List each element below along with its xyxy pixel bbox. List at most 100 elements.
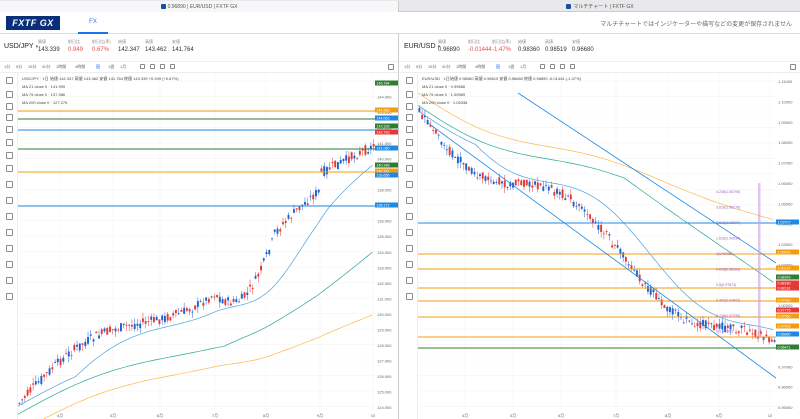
pair-selector[interactable]: USD/JPY ▾ <box>4 43 38 50</box>
pencil-icon[interactable] <box>6 293 13 300</box>
timeframe-button[interactable]: 1月 <box>520 64 526 70</box>
quote-label: 買値 <box>438 39 446 44</box>
eye-icon[interactable] <box>6 213 13 220</box>
candle-body <box>271 238 273 240</box>
quote-field: 高値 0.98519 <box>545 39 567 53</box>
indicator-icon[interactable] <box>550 64 555 69</box>
trendline-icon[interactable] <box>6 261 13 268</box>
nav-fx-tab[interactable]: FX <box>78 12 108 34</box>
zoom-icon[interactable] <box>6 165 13 172</box>
timeframe-toolbar: 1分 5分 15分 30分 1時間 4時間 日 1週 1月 <box>0 62 398 73</box>
candle-body <box>54 362 57 363</box>
y-tick-label: 136.000 <box>377 219 392 224</box>
screenshot-icon[interactable] <box>170 64 175 69</box>
trendline-icon[interactable] <box>6 91 13 98</box>
timeframe-button[interactable]: 15分 <box>28 64 36 70</box>
crosshair-icon[interactable] <box>6 245 13 252</box>
timeframe-button[interactable]: 1時間 <box>456 64 466 70</box>
lock-icon[interactable] <box>6 197 13 204</box>
crosshair-icon[interactable] <box>6 77 13 84</box>
settings-icon[interactable] <box>160 64 165 69</box>
candle-body <box>163 316 166 323</box>
browser-tab[interactable]: マルチチャート | FXTF GX <box>400 1 800 12</box>
timeframe-button[interactable]: 1週 <box>508 64 514 70</box>
fxtf-logo[interactable]: FXTF GX <box>6 16 60 30</box>
trendline-icon[interactable] <box>406 91 413 98</box>
timeframe-button[interactable]: 1時間 <box>56 64 66 70</box>
y-tick-label: 1.09000 <box>778 120 793 125</box>
magnet-icon[interactable] <box>6 181 13 188</box>
candle-body <box>131 324 133 327</box>
pair-selector[interactable]: EUR/USD ▾ <box>404 43 440 50</box>
quote-label: 高値 <box>145 39 153 44</box>
text-icon[interactable] <box>406 126 413 133</box>
candle-body <box>23 396 26 398</box>
quote-value: 0.98360 <box>518 47 540 53</box>
candle-body <box>339 160 342 164</box>
y-tick-label: 129.000 <box>377 327 392 332</box>
timeframe-button[interactable]: 30分 <box>42 64 50 70</box>
x-tick-label: 5月 <box>110 413 116 418</box>
ray-icon[interactable] <box>6 277 13 284</box>
screenshot-icon[interactable] <box>570 64 575 69</box>
pencil-icon[interactable] <box>6 114 13 121</box>
measure-icon[interactable] <box>6 152 13 159</box>
candle-body <box>205 297 208 301</box>
crosshair-icon[interactable] <box>406 245 413 252</box>
candle-body <box>350 152 353 160</box>
pencil-icon[interactable] <box>406 114 413 121</box>
expand-icon[interactable] <box>790 64 796 70</box>
fork-icon[interactable] <box>406 139 413 146</box>
timeframe-button[interactable]: 5分 <box>16 64 22 70</box>
candle-body <box>484 176 487 181</box>
y-tick-label: 125.000 <box>377 389 392 394</box>
timeframe-button[interactable]: 1月 <box>120 64 126 70</box>
timeframe-button[interactable]: 4時間 <box>75 64 85 70</box>
candle-style-icon[interactable] <box>540 64 545 69</box>
magnet-icon[interactable] <box>406 181 413 188</box>
timeframe-button[interactable]: 日 <box>96 64 100 70</box>
candle-body <box>177 313 180 315</box>
trendline-icon[interactable] <box>406 261 413 268</box>
x-tick-label: 4月 <box>462 413 468 418</box>
timeframe-button[interactable]: 5分 <box>416 64 422 70</box>
measure-icon[interactable] <box>406 152 413 159</box>
timeframe-button[interactable]: 1週 <box>108 64 114 70</box>
x-tick-label: 9月 <box>716 413 722 418</box>
timeframe-button[interactable]: 30分 <box>442 64 450 70</box>
candle-body <box>18 402 21 404</box>
ma200-line <box>42 314 373 419</box>
candle-body <box>696 322 699 327</box>
price-chart[interactable]: 4.236(1.06795) 3.618(1.05279) 2.618(1.0290… <box>418 73 800 419</box>
timeframe-button[interactable]: 15分 <box>428 64 436 70</box>
eye-icon[interactable] <box>406 213 413 220</box>
text-icon[interactable] <box>6 126 13 133</box>
indicator-icon[interactable] <box>150 64 155 69</box>
x-tick-label: 6月 <box>558 413 564 418</box>
crosshair-icon[interactable] <box>406 77 413 84</box>
price-tag: 1.03707 <box>778 221 791 225</box>
timeframe-button[interactable]: 日 <box>496 64 500 70</box>
browser-tab-active[interactable]: 0.96890 | EUR/USD | FXTF GX <box>0 1 399 12</box>
candle-body <box>120 323 122 332</box>
timeframe-button[interactable]: 1分 <box>4 64 10 70</box>
lock-icon[interactable] <box>406 197 413 204</box>
candle-body <box>188 309 191 312</box>
quote-field: 高値 143.462 <box>145 39 167 53</box>
fork-icon[interactable] <box>6 139 13 146</box>
candle-style-icon[interactable] <box>140 64 145 69</box>
timeframe-button[interactable]: 4時間 <box>475 64 485 70</box>
candle-body <box>282 222 284 225</box>
candle-body <box>773 340 776 342</box>
pencil-icon[interactable] <box>406 293 413 300</box>
zoom-icon[interactable] <box>406 165 413 172</box>
expand-icon[interactable] <box>388 64 394 70</box>
trash-icon[interactable] <box>406 229 413 236</box>
price-chart[interactable]: USD/JPY · 1日 始値 142.347 高値 143.462 安値 141… <box>18 73 399 419</box>
ray-icon[interactable] <box>406 103 413 110</box>
ray-icon[interactable] <box>406 277 413 284</box>
trash-icon[interactable] <box>6 229 13 236</box>
timeframe-button[interactable]: 1分 <box>404 64 410 70</box>
settings-icon[interactable] <box>560 64 565 69</box>
ray-icon[interactable] <box>6 103 13 110</box>
